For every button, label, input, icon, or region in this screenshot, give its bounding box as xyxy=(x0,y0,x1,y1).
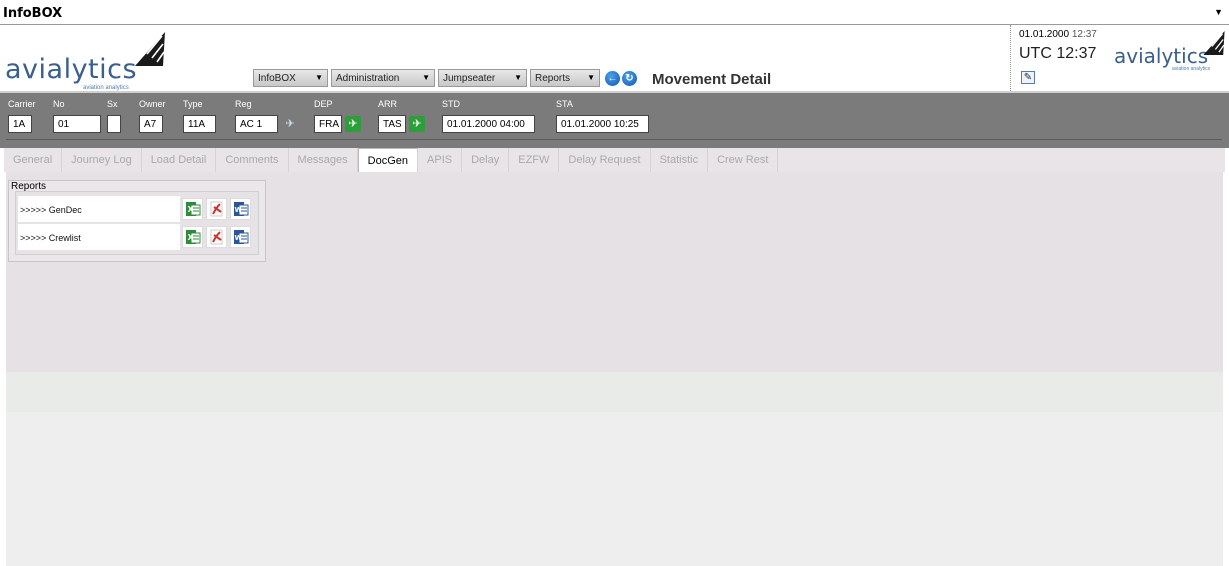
pdf-export-icon[interactable] xyxy=(206,198,227,220)
std-label: STD xyxy=(442,99,460,109)
reports-panel: Reports >>>>> GenDec X W >>>>> Crewlist … xyxy=(8,180,266,262)
nav-menu-infobox[interactable]: InfoBOX ▼ xyxy=(253,69,328,87)
departure-airport-icon[interactable]: ✈ xyxy=(345,116,361,132)
tab-statistic[interactable]: Statistic xyxy=(651,148,709,172)
window-titlebar: InfoBOX ▼ xyxy=(0,0,1229,25)
nav-menu-reports-label: Reports xyxy=(535,72,571,84)
pdf-export-icon[interactable] xyxy=(206,226,227,248)
svg-text:X: X xyxy=(188,205,195,214)
std-field[interactable]: 01.01.2000 04:00 xyxy=(442,115,535,133)
sta-label: STA xyxy=(556,99,573,109)
tab-content-area: Reports >>>>> GenDec X W >>>>> Crewlist … xyxy=(6,172,1223,566)
suffix-label: Sx xyxy=(107,99,118,109)
svg-text:X: X xyxy=(188,233,195,242)
brand-logo-small-tagline: aviation analytics xyxy=(1172,66,1211,72)
back-arrow-icon[interactable]: ← xyxy=(605,70,620,86)
brand-logo: avialytics aviation analytics xyxy=(5,30,170,91)
carrier-field[interactable]: 1A xyxy=(8,115,32,133)
word-export-icon[interactable]: W xyxy=(230,198,251,220)
current-datetime: 01.01.2000 12:37 xyxy=(1019,29,1097,40)
flight-number-label: No xyxy=(53,99,65,109)
flight-bar-divider xyxy=(6,139,1222,140)
window-menu-caret-icon[interactable]: ▼ xyxy=(1214,7,1223,17)
svg-text:W: W xyxy=(235,206,243,214)
owner-label: Owner xyxy=(139,99,166,109)
chevron-down-icon: ▼ xyxy=(514,73,522,82)
current-date: 01.01.2000 xyxy=(1019,29,1070,40)
report-name: >>>>> GenDec xyxy=(18,196,180,222)
word-export-icon[interactable]: W xyxy=(230,226,251,248)
report-row-crewlist: >>>>> Crewlist X W xyxy=(18,224,258,250)
suffix-field[interactable] xyxy=(107,115,121,133)
carrier-label: Carrier xyxy=(8,99,36,109)
chevron-down-icon: ▼ xyxy=(315,73,323,82)
tab-comments[interactable]: Comments xyxy=(216,148,289,172)
tab-journey-log[interactable]: Journey Log xyxy=(62,148,142,172)
arrival-airport-icon[interactable]: ✈ xyxy=(409,116,425,132)
brand-logo-small: avialytics aviation analytics xyxy=(1114,29,1225,72)
nav-menu-jumpseater-label: Jumpseater xyxy=(443,72,496,84)
tab-docgen[interactable]: DocGen xyxy=(357,148,419,172)
current-time: 12:37 xyxy=(1071,29,1097,40)
aircraft-icon[interactable]: ✈ xyxy=(282,116,298,132)
tab-crew-rest[interactable]: Crew Rest xyxy=(708,148,779,172)
edit-icon[interactable]: ✎ xyxy=(1021,71,1035,84)
tab-load-detail[interactable]: Load Detail xyxy=(142,148,217,172)
departure-field[interactable]: FRA xyxy=(314,115,342,133)
tab-ezfw[interactable]: EZFW xyxy=(509,148,560,172)
svg-text:W: W xyxy=(235,234,243,242)
flight-info-bar: Carrier 1A No 01 Sx Owner A7 Type 11A Re… xyxy=(0,91,1229,148)
report-name: >>>>> Crewlist xyxy=(18,224,180,250)
page-title: Movement Detail xyxy=(652,71,772,88)
registration-label: Reg xyxy=(235,99,252,109)
chevron-down-icon: ▼ xyxy=(587,73,595,82)
registration-field[interactable]: AC 1 xyxy=(235,115,278,133)
reports-list: >>>>> GenDec X W >>>>> Crewlist X W xyxy=(15,191,259,255)
tab-delay[interactable]: Delay xyxy=(462,148,510,172)
flight-number-field[interactable]: 01 xyxy=(53,115,101,133)
chevron-down-icon: ▼ xyxy=(422,73,430,82)
arrival-label: ARR xyxy=(378,99,398,109)
owner-field[interactable]: A7 xyxy=(139,115,163,133)
aircraft-type-field[interactable]: 11A xyxy=(183,115,216,133)
sta-field[interactable]: 01.01.2000 10:25 xyxy=(556,115,649,133)
nav-menu-reports[interactable]: Reports ▼ xyxy=(530,69,600,87)
excel-export-icon[interactable]: X xyxy=(182,226,203,248)
arrival-field[interactable]: TAS xyxy=(378,115,406,133)
nav-menu-infobox-label: InfoBOX xyxy=(258,72,296,84)
report-row-gendec: >>>>> GenDec X W xyxy=(18,196,258,222)
clock-panel: 01.01.2000 12:37 UTC 12:37 ✎ avialytics … xyxy=(1010,25,1229,91)
brand-logo-wordmark: avialytics xyxy=(5,54,138,85)
nav-menu-jumpseater[interactable]: Jumpseater ▼ xyxy=(438,69,527,87)
excel-export-icon[interactable]: X xyxy=(182,198,203,220)
refresh-icon[interactable]: ↻ xyxy=(622,70,637,86)
brand-logo-small-tail-icon xyxy=(1203,31,1225,55)
tab-delay-request[interactable]: Delay Request xyxy=(559,148,651,172)
aircraft-type-label: Type xyxy=(183,99,203,109)
main-navigation: InfoBOX ▼ Administration ▼ Jumpseater ▼ … xyxy=(253,68,637,88)
window-title: InfoBOX xyxy=(3,6,63,21)
brand-logo-small-wordmark: avialytics xyxy=(1114,44,1209,68)
brand-logo-tail-icon xyxy=(135,32,165,66)
nav-menu-administration-label: Administration xyxy=(336,72,400,84)
tab-messages[interactable]: Messages xyxy=(289,148,358,172)
departure-label: DEP xyxy=(314,99,333,109)
tab-general[interactable]: General xyxy=(4,148,63,172)
app-header: avialytics aviation analytics InfoBOX ▼ … xyxy=(0,25,1229,91)
utc-clock: UTC 12:37 xyxy=(1019,45,1097,62)
tab-apis[interactable]: APIS xyxy=(418,148,463,172)
nav-menu-administration[interactable]: Administration ▼ xyxy=(331,69,435,87)
detail-tabs: General Journey Log Load Detail Comments… xyxy=(4,148,1225,172)
